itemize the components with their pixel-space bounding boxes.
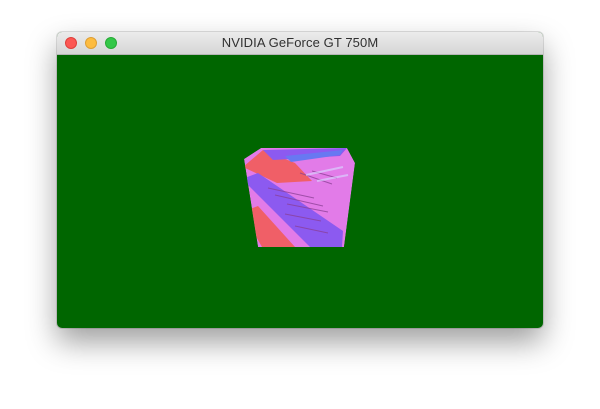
window-titlebar[interactable]: NVIDIA GeForce GT 750M — [57, 32, 543, 55]
rendered-cube-scene — [244, 148, 355, 247]
window-title: NVIDIA GeForce GT 750M — [221, 35, 379, 50]
desktop: NVIDIA GeForce GT 750M — [0, 0, 600, 409]
gl-viewport[interactable] — [57, 55, 543, 328]
textured-cube — [244, 148, 355, 247]
app-window: NVIDIA GeForce GT 750M — [57, 32, 543, 328]
